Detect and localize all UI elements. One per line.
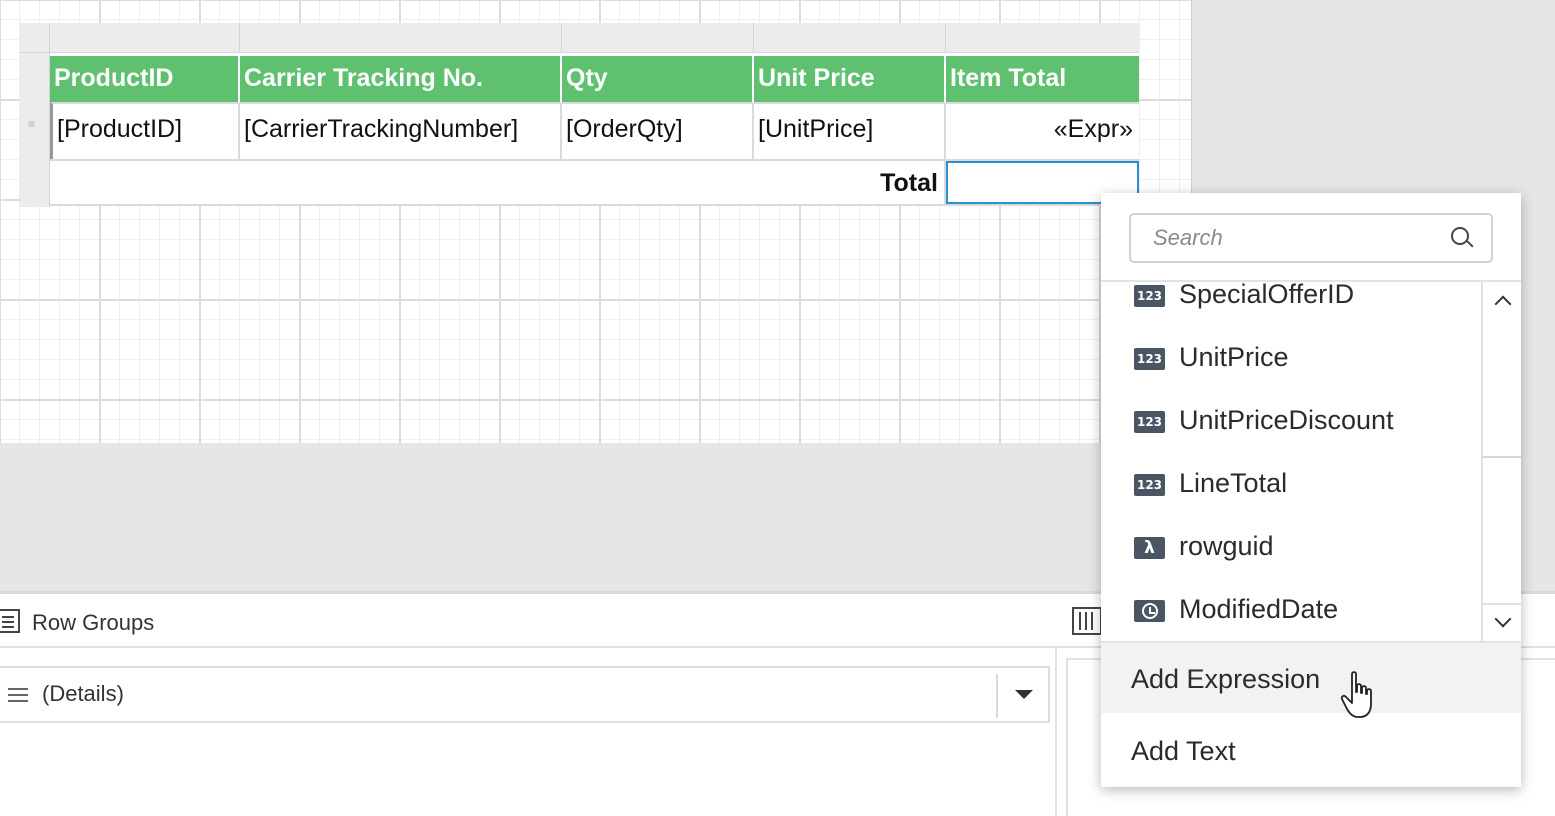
detail-cell-carrier-tracking[interactable]: [CarrierTrackingNumber] xyxy=(240,102,562,159)
detail-row: [ProductID] [CarrierTrackingNumber] [Ord… xyxy=(50,102,1139,159)
column-groups-icon xyxy=(1072,607,1102,635)
row-handles[interactable]: ≡ xyxy=(20,53,50,207)
field-item-specialofferid[interactable]: 123 SpecialOfferID xyxy=(1101,282,1481,328)
column-handle[interactable] xyxy=(754,23,946,53)
add-expression-button[interactable]: Add Expression xyxy=(1101,643,1521,713)
field-item-linetotal[interactable]: 123 LineTotal xyxy=(1101,454,1481,517)
column-handle[interactable] xyxy=(946,23,1139,53)
field-list: 123 SpecialOfferID 123 UnitPrice 123 Uni… xyxy=(1101,282,1481,641)
search-icon[interactable] xyxy=(1451,227,1469,245)
tablix[interactable]: ≡ ProductID Carrier Tracking No. Qty Uni… xyxy=(20,23,1139,207)
detail-cell-productid[interactable]: [ProductID] xyxy=(50,102,240,159)
details-group-item[interactable]: (Details) xyxy=(0,666,1050,723)
field-item-rowguid[interactable]: λ rowguid xyxy=(1101,517,1481,580)
search-area xyxy=(1101,193,1521,282)
field-label: UnitPriceDiscount xyxy=(1179,405,1394,435)
header-cell-productid[interactable]: ProductID xyxy=(50,53,240,102)
detail-cell-qty[interactable]: [OrderQty] xyxy=(562,102,754,159)
chevron-down-icon[interactable] xyxy=(1483,603,1521,639)
total-label-cell[interactable]: Total xyxy=(50,161,946,204)
field-item-modifieddate[interactable]: ModifiedDate xyxy=(1101,580,1481,641)
clock-icon xyxy=(1134,600,1165,622)
field-label: UnitPrice xyxy=(1179,342,1289,372)
field-label: SpecialOfferID xyxy=(1179,282,1355,309)
row-groups-panel: (Details) xyxy=(0,648,1057,816)
row-groups-label: Row Groups xyxy=(32,610,155,635)
number-icon: 123 xyxy=(1134,285,1165,307)
field-label: LineTotal xyxy=(1179,468,1288,498)
field-picker-popup: 123 SpecialOfferID 123 UnitPrice 123 Uni… xyxy=(1101,193,1521,787)
search-input[interactable] xyxy=(1129,213,1493,263)
add-text-button[interactable]: Add Text xyxy=(1101,715,1521,785)
header-cell-qty[interactable]: Qty xyxy=(562,53,754,102)
total-row: Total xyxy=(50,159,1139,206)
column-handles xyxy=(50,23,1139,53)
field-item-unitprice[interactable]: 123 UnitPrice xyxy=(1101,328,1481,391)
field-label: rowguid xyxy=(1179,531,1274,561)
header-cell-item-total[interactable]: Item Total xyxy=(946,53,1139,102)
scrollbar[interactable] xyxy=(1481,282,1521,641)
detail-cell-item-total[interactable]: «Expr» xyxy=(946,102,1139,159)
row-groups-icon xyxy=(0,609,20,633)
header-cell-carrier-tracking[interactable]: Carrier Tracking No. xyxy=(240,53,562,102)
chevron-down-icon[interactable] xyxy=(1015,690,1033,699)
popup-actions: Add Expression Add Text xyxy=(1101,641,1521,787)
chevron-up-icon[interactable] xyxy=(1483,282,1521,318)
column-handle[interactable] xyxy=(240,23,562,53)
hand-cursor-icon xyxy=(1340,671,1372,718)
column-handle[interactable] xyxy=(50,23,240,53)
divider xyxy=(996,674,998,718)
row-grip-icon: ≡ xyxy=(28,117,36,131)
number-icon: 123 xyxy=(1134,348,1165,370)
tablix-cells: ProductID Carrier Tracking No. Qty Unit … xyxy=(50,53,1139,206)
number-icon: 123 xyxy=(1134,411,1165,433)
scrollbar-thumb[interactable] xyxy=(1483,318,1521,458)
detail-cell-unit-price[interactable]: [UnitPrice] xyxy=(754,102,946,159)
drag-handle-icon[interactable] xyxy=(8,688,28,690)
header-cell-unit-price[interactable]: Unit Price xyxy=(754,53,946,102)
column-handle[interactable] xyxy=(562,23,754,53)
expression-icon: λ xyxy=(1134,537,1165,559)
tablix-corner-handle[interactable] xyxy=(20,23,50,53)
number-icon: 123 xyxy=(1134,474,1165,496)
field-label: ModifiedDate xyxy=(1179,594,1339,624)
field-item-unitpricediscount[interactable]: 123 UnitPriceDiscount xyxy=(1101,391,1481,454)
header-row: ProductID Carrier Tracking No. Qty Unit … xyxy=(50,53,1139,102)
details-group-label: (Details) xyxy=(42,681,124,706)
